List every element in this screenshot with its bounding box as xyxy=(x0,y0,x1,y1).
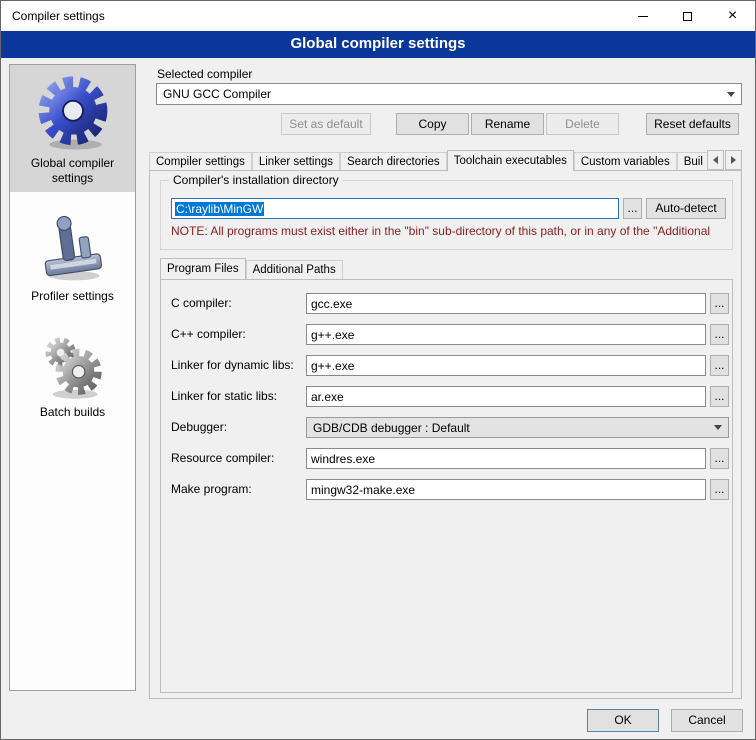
window-title: Compiler settings xyxy=(12,9,105,23)
c-compiler-label: C compiler: xyxy=(171,293,232,314)
c-compiler-row: C compiler: ... xyxy=(161,293,732,314)
sidebar-item-label: Batch builds xyxy=(13,405,132,420)
chevron-down-icon xyxy=(714,425,722,430)
resource-compiler-label: Resource compiler: xyxy=(171,448,274,469)
profiler-tool-icon xyxy=(13,211,132,285)
dialog-banner-title: Global compiler settings xyxy=(1,31,755,58)
debugger-value: GDB/CDB debugger : Default xyxy=(313,421,470,435)
c-compiler-browse-button[interactable]: ... xyxy=(710,293,729,314)
bin-subdirectory-note: NOTE: All programs must exist either in … xyxy=(171,224,727,238)
resource-compiler-row: Resource compiler: ... xyxy=(161,448,732,469)
settings-tabstrip: Compiler settings Linker settings Search… xyxy=(149,150,724,171)
selected-compiler-value: GNU GCC Compiler xyxy=(163,87,271,101)
tab-toolchain-executables[interactable]: Toolchain executables xyxy=(447,150,574,171)
installation-directory-groupbox: Compiler's installation directory C:\ray… xyxy=(160,180,733,250)
compiler-settings-window: Compiler settings × Global compiler sett… xyxy=(0,0,756,740)
static-linker-input[interactable] xyxy=(306,386,706,407)
make-program-input[interactable] xyxy=(306,479,706,500)
toolchain-subtabstrip: Program Files Additional Paths xyxy=(160,258,343,279)
make-program-browse-button[interactable]: ... xyxy=(710,479,729,500)
debugger-dropdown[interactable]: GDB/CDB debugger : Default xyxy=(306,417,729,438)
debugger-row: Debugger: GDB/CDB debugger : Default xyxy=(161,417,732,438)
gray-gears-icon xyxy=(13,329,132,401)
maximize-button[interactable] xyxy=(665,1,710,31)
tab-compiler-settings[interactable]: Compiler settings xyxy=(149,152,252,171)
caption-buttons: × xyxy=(620,1,755,31)
cpp-compiler-browse-button[interactable]: ... xyxy=(710,324,729,345)
tab-linker-settings[interactable]: Linker settings xyxy=(252,152,340,171)
arrow-right-icon xyxy=(731,156,736,164)
resource-compiler-input[interactable] xyxy=(306,448,706,469)
debugger-label: Debugger: xyxy=(171,417,227,438)
minimize-button[interactable] xyxy=(620,1,665,31)
blue-gear-icon xyxy=(13,72,132,152)
sidebar-item-label: Profiler settings xyxy=(13,289,132,304)
dynamic-linker-input[interactable] xyxy=(306,355,706,376)
selected-compiler-dropdown[interactable]: GNU GCC Compiler xyxy=(156,83,742,105)
reset-defaults-button[interactable]: Reset defaults xyxy=(646,113,739,135)
dynamic-linker-label: Linker for dynamic libs: xyxy=(171,355,294,376)
cpp-compiler-input[interactable] xyxy=(306,324,706,345)
browse-directory-button[interactable]: ... xyxy=(623,198,642,219)
subtab-program-files[interactable]: Program Files xyxy=(160,258,246,279)
tab-custom-variables[interactable]: Custom variables xyxy=(574,152,677,171)
settings-sidebar: Global compiler settings xyxy=(9,64,136,691)
delete-button[interactable]: Delete xyxy=(546,113,619,135)
program-files-panel: C compiler: ... C++ compiler: ... Linker… xyxy=(160,279,733,693)
tab-scroll-left-button[interactable] xyxy=(707,150,724,170)
tab-search-directories[interactable]: Search directories xyxy=(340,152,447,171)
close-icon: × xyxy=(728,8,737,24)
static-linker-label: Linker for static libs: xyxy=(171,386,277,407)
set-as-default-button[interactable]: Set as default xyxy=(281,113,371,135)
rename-button[interactable]: Rename xyxy=(471,113,544,135)
dynamic-linker-browse-button[interactable]: ... xyxy=(710,355,729,376)
auto-detect-button[interactable]: Auto-detect xyxy=(646,198,726,219)
subtab-additional-paths[interactable]: Additional Paths xyxy=(246,260,343,279)
dynamic-linker-row: Linker for dynamic libs: ... xyxy=(161,355,732,376)
installation-directory-selected-text: C:\raylib\MinGW xyxy=(175,202,264,216)
cpp-compiler-row: C++ compiler: ... xyxy=(161,324,732,345)
make-program-label: Make program: xyxy=(171,479,252,500)
installation-directory-group-title: Compiler's installation directory xyxy=(169,173,343,187)
selected-compiler-label: Selected compiler xyxy=(157,67,252,81)
minimize-icon xyxy=(638,16,648,17)
c-compiler-input[interactable] xyxy=(306,293,706,314)
close-button[interactable]: × xyxy=(710,1,755,31)
sidebar-item-batch-builds[interactable]: Batch builds xyxy=(10,322,135,426)
copy-button[interactable]: Copy xyxy=(396,113,469,135)
titlebar: Compiler settings × xyxy=(1,1,755,31)
sidebar-item-label: Global compiler settings xyxy=(13,156,132,186)
cancel-button[interactable]: Cancel xyxy=(671,709,743,732)
sidebar-item-profiler-settings[interactable]: Profiler settings xyxy=(10,204,135,310)
cpp-compiler-label: C++ compiler: xyxy=(171,324,246,345)
chevron-down-icon xyxy=(727,92,735,97)
resource-compiler-browse-button[interactable]: ... xyxy=(710,448,729,469)
installation-directory-input[interactable]: C:\raylib\MinGW xyxy=(171,198,619,219)
ok-button[interactable]: OK xyxy=(587,709,659,732)
arrow-left-icon xyxy=(713,156,718,164)
tab-scroll-right-button[interactable] xyxy=(725,150,742,170)
toolchain-executables-panel: Compiler's installation directory C:\ray… xyxy=(149,170,742,699)
tab-build-options-truncated[interactable]: Buil xyxy=(677,152,710,171)
sidebar-item-global-compiler-settings[interactable]: Global compiler settings xyxy=(10,65,135,192)
make-program-row: Make program: ... xyxy=(161,479,732,500)
static-linker-row: Linker for static libs: ... xyxy=(161,386,732,407)
static-linker-browse-button[interactable]: ... xyxy=(710,386,729,407)
maximize-icon xyxy=(683,12,692,21)
